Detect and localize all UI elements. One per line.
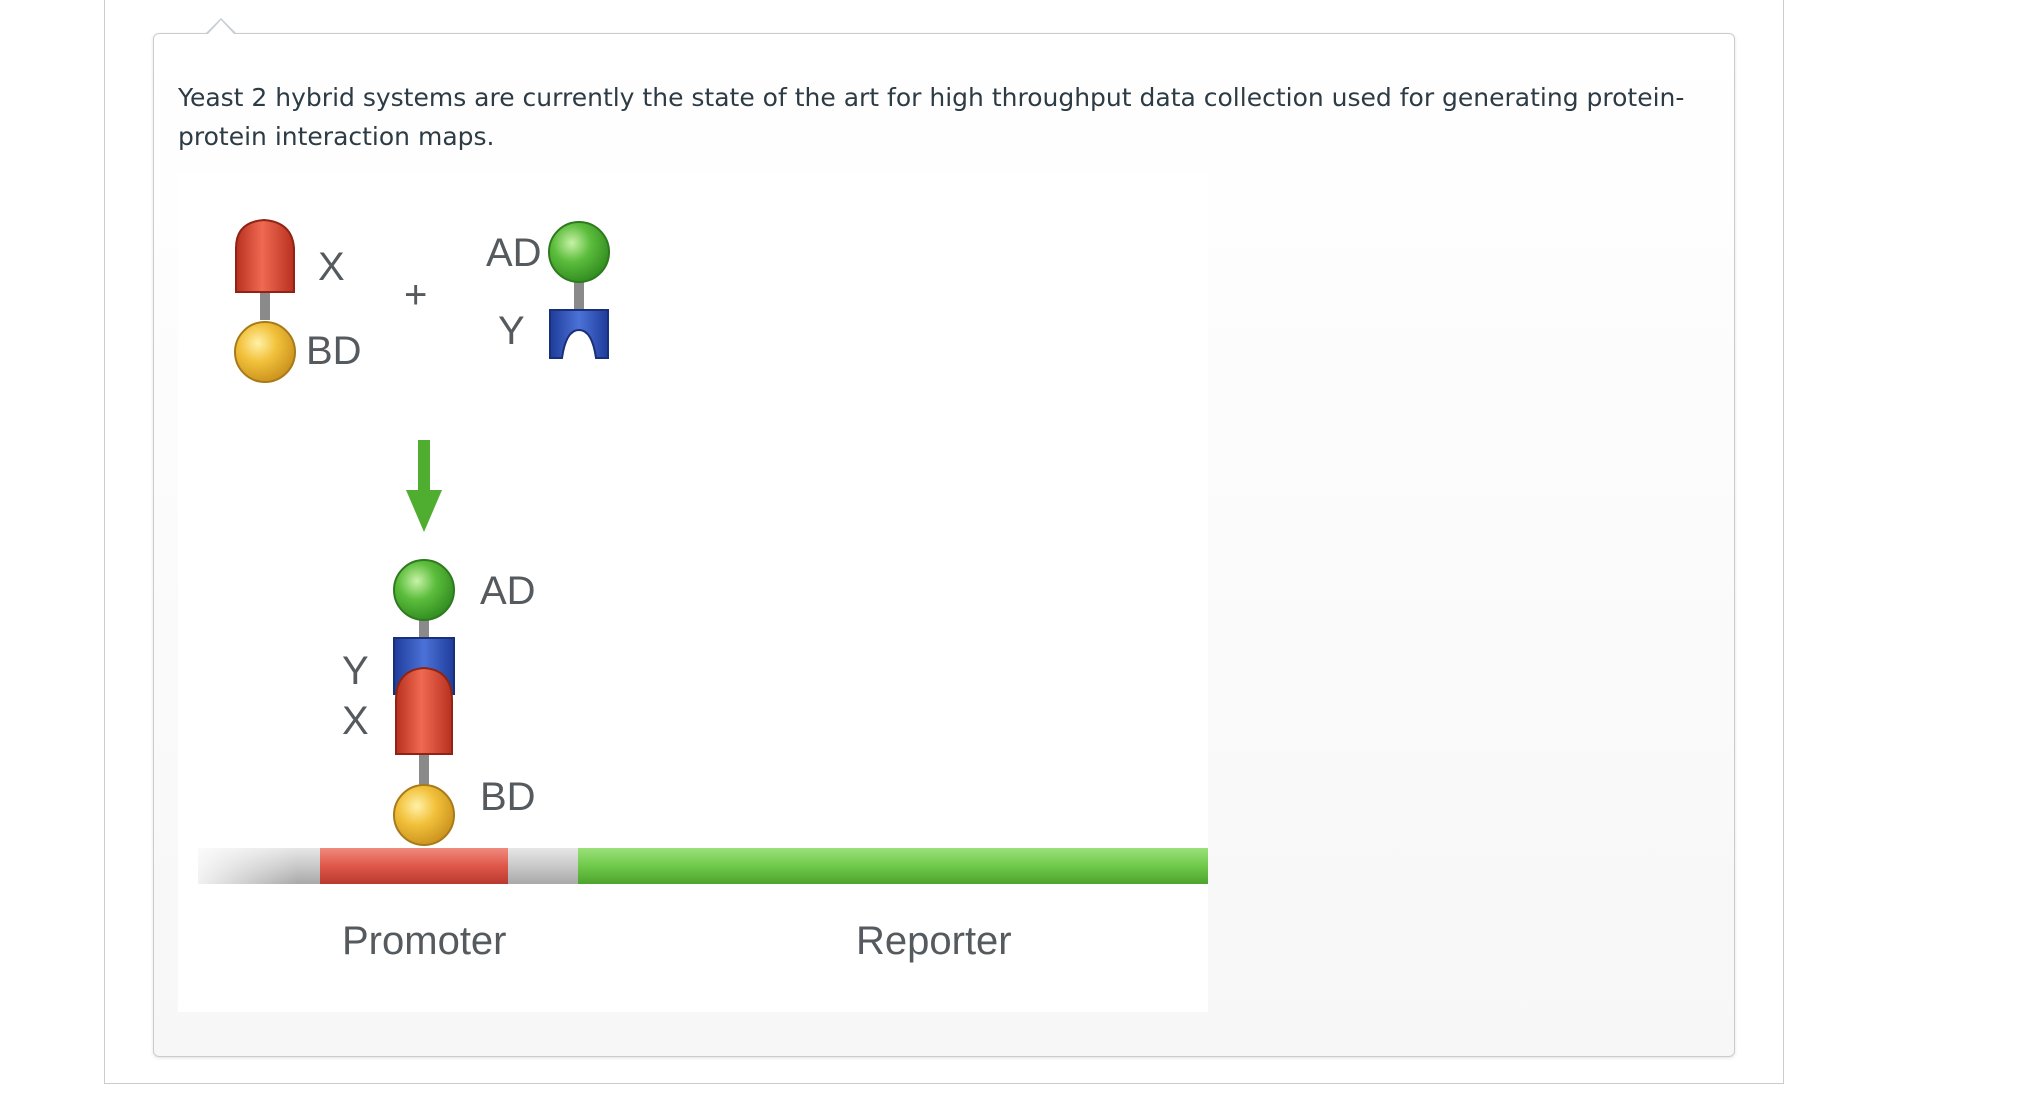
bd-domain-ball (234, 321, 296, 383)
x-bd-fusion: X BD (234, 218, 362, 383)
ad-domain-ball (548, 221, 610, 283)
label-reporter: Reporter (856, 919, 1012, 963)
label-ad: AD (486, 231, 542, 275)
label-bd: BD (306, 329, 362, 373)
spacer-region (508, 848, 578, 884)
plus-sign: + (404, 273, 427, 317)
y-protein-shape (549, 309, 609, 359)
label-y: Y (342, 649, 369, 693)
bd-domain-ball (393, 784, 455, 846)
dna-fade (178, 842, 298, 890)
bound-complex: AD Y X BD (342, 559, 536, 846)
ad-domain-ball (393, 559, 455, 621)
label-y: Y (498, 309, 525, 353)
x-protein-shape (235, 218, 295, 293)
label-bd: BD (480, 775, 536, 819)
down-arrow-icon (406, 440, 442, 532)
label-x: X (342, 699, 369, 743)
yeast-two-hybrid-diagram: X BD + AD Y AD Y X BD Promoter Reporter (178, 172, 1208, 1012)
linker-stick (419, 752, 429, 788)
label-x: X (318, 245, 345, 289)
dna-strand: Promoter Reporter (178, 842, 1208, 963)
promoter-region (320, 848, 508, 884)
card-pointer-fill (208, 20, 234, 34)
question-text: Yeast 2 hybrid systems are currently the… (178, 83, 1685, 151)
label-ad: AD (480, 569, 536, 613)
ad-y-fusion: AD Y (486, 221, 610, 359)
x-protein-shape (395, 666, 453, 755)
label-promoter: Promoter (342, 919, 507, 963)
reporter-gene (578, 848, 1208, 884)
